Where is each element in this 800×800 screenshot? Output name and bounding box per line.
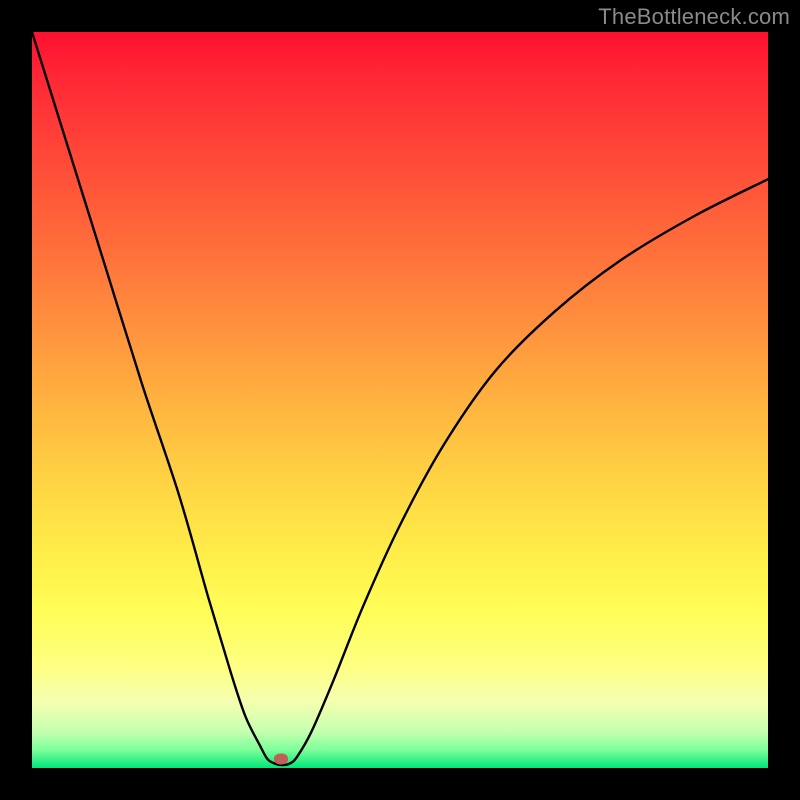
bottleneck-curve (32, 32, 768, 768)
watermark-text: TheBottleneck.com (598, 4, 790, 30)
chart-frame: TheBottleneck.com (0, 0, 800, 800)
optimal-point-marker (274, 754, 288, 765)
plot-area (32, 32, 768, 768)
